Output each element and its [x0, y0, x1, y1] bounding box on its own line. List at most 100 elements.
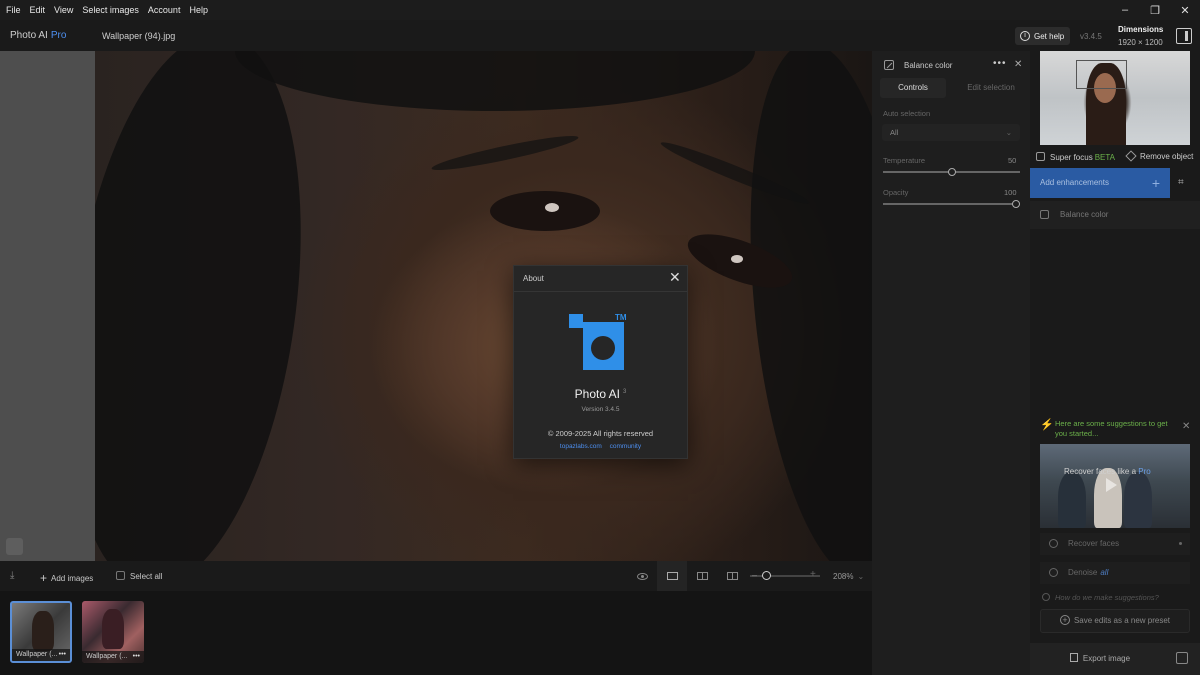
copyright-text: © 2009-2025 All rights reserved — [547, 429, 654, 438]
image-canvas[interactable] — [0, 51, 872, 561]
suggestions-text: Here are some suggestions to get you sta… — [1055, 419, 1168, 438]
balance-color-panel — [872, 51, 1030, 675]
balance-color-icon — [1040, 210, 1049, 219]
split-view-icon — [726, 572, 738, 580]
about-links: topazlabs.com community — [514, 443, 687, 450]
photo-preview — [95, 51, 872, 561]
suggestion-label: Recover faces — [1068, 539, 1120, 548]
file-name: Wallpaper (94).jpg — [102, 31, 176, 41]
eye-icon — [636, 572, 648, 580]
panel-toggle-icon[interactable] — [1176, 28, 1192, 44]
thumbnail-more-icon[interactable]: ••• — [59, 649, 66, 661]
close-icon[interactable]: ✕ — [1182, 421, 1190, 432]
thumbnail-name: Wallpaper (... — [16, 651, 58, 658]
get-help-label: Get help — [1034, 31, 1065, 41]
minimize-button[interactable]: – — [1110, 0, 1140, 20]
side-by-side-button[interactable] — [687, 561, 717, 591]
product-major-version: 3 — [623, 389, 627, 395]
restore-button[interactable]: ❐ — [1140, 0, 1170, 20]
about-dialog-title: About — [523, 274, 544, 283]
play-icon[interactable] — [1106, 478, 1117, 492]
thumbnail-label: Wallpaper (... ••• — [82, 651, 144, 663]
thumbnail-1[interactable]: Wallpaper (... ••• — [10, 601, 72, 663]
navigator-viewport-box[interactable] — [1076, 60, 1127, 89]
thumbnail-name: Wallpaper (... — [86, 653, 128, 660]
close-window-button[interactable]: ✕ — [1170, 0, 1200, 20]
super-focus-button[interactable]: Super focus BETA — [1036, 152, 1115, 162]
super-focus-icon — [1036, 152, 1045, 161]
about-dialog-header: About ✕ — [514, 266, 687, 292]
thumbnail-image — [102, 609, 124, 649]
suggestion-denoise[interactable]: Denoise all — [1040, 562, 1190, 584]
save-preset-label: Save edits as a new preset — [1073, 616, 1171, 625]
import-icon[interactable]: ⤓ — [10, 570, 14, 581]
menu-view[interactable]: View — [49, 5, 77, 15]
community-link[interactable]: community — [610, 443, 641, 450]
auto-selection-label: Auto selection — [883, 109, 931, 118]
single-view-button[interactable] — [657, 561, 687, 591]
tab-controls[interactable]: Controls — [880, 78, 946, 98]
thumbnail-2[interactable]: Wallpaper (... ••• — [82, 601, 144, 663]
suggestion-recover-faces[interactable]: Recover faces — [1040, 533, 1190, 555]
close-icon: ✕ — [1180, 4, 1190, 17]
opacity-slider-handle[interactable] — [1012, 200, 1020, 208]
tab-edit-selection[interactable]: Edit selection — [958, 78, 1024, 98]
info-icon: i — [1020, 31, 1030, 41]
export-icon — [1069, 653, 1078, 662]
title-bar: Photo AI Pro Wallpaper (94).jpg i Get hel… — [0, 20, 1200, 51]
export-image-button[interactable]: Export image — [1030, 643, 1170, 675]
app-tier-badge: Pro — [50, 30, 67, 41]
opacity-value: 100 — [1004, 188, 1017, 197]
topazlabs-link[interactable]: topazlabs.com — [560, 443, 602, 450]
dimensions-value: 1920 × 1200 — [1118, 38, 1163, 47]
status-dot — [1179, 542, 1182, 545]
remove-object-button[interactable]: Remove object — [1125, 150, 1193, 162]
save-preset-button[interactable]: + Save edits as a new preset — [1040, 609, 1190, 633]
about-close-button[interactable]: ✕ — [669, 270, 681, 284]
opacity-slider[interactable] — [883, 203, 1020, 205]
auto-selection-value: All — [890, 128, 899, 137]
menu-select-images[interactable]: Select images — [77, 5, 143, 15]
zoom-in-icon[interactable]: + — [810, 569, 816, 580]
add-enhancements-button[interactable]: Add enhancements + — [1030, 168, 1170, 198]
how-suggestions-label: How do we make suggestions? — [1055, 593, 1159, 602]
menu-help[interactable]: Help — [184, 5, 212, 15]
version-label: v3.4.5 — [1080, 32, 1102, 41]
preview-toggle-button[interactable] — [627, 561, 657, 591]
zoom-value: 208% — [833, 572, 854, 581]
enhancement-label: Balance color — [1060, 210, 1109, 219]
temperature-slider-handle[interactable] — [947, 168, 956, 176]
app-name-text: Photo AI — [10, 30, 48, 41]
menu-account[interactable]: Account — [143, 5, 185, 15]
thumbnail-label: Wallpaper (... ••• — [12, 649, 70, 661]
select-all-checkbox[interactable]: Select all — [116, 571, 162, 581]
get-help-button[interactable]: i Get help — [1015, 27, 1070, 45]
crop-icon[interactable]: ⌗ — [1178, 177, 1184, 188]
menu-edit[interactable]: Edit — [25, 5, 50, 15]
restore-icon: ❐ — [1150, 4, 1160, 17]
product-name-text: Photo AI — [574, 387, 621, 401]
auto-selection-dropdown[interactable]: All ⌄ — [882, 124, 1020, 141]
chevron-down-icon: ⌄ — [857, 572, 865, 581]
thumbnail-image — [32, 611, 54, 651]
zoom-out-icon[interactable]: – — [752, 570, 757, 580]
thumbnail-more-icon[interactable]: ••• — [133, 651, 140, 663]
enhancement-balance-color[interactable]: Balance color — [1030, 201, 1200, 229]
chevron-down-icon: ⌄ — [1005, 128, 1012, 137]
info-icon — [1042, 593, 1050, 601]
menu-file[interactable]: File — [0, 5, 25, 15]
split-view-button[interactable] — [717, 561, 747, 591]
panel-close-icon[interactable]: ✕ — [1014, 59, 1022, 70]
minimize-icon: – — [1121, 4, 1129, 16]
menu-bar: File Edit View Select images Account Hel… — [0, 0, 1200, 20]
add-images-button[interactable]: + Add images — [40, 571, 93, 585]
zoom-select[interactable]: 208% ⌄ — [833, 572, 864, 581]
eraser-icon — [1125, 150, 1137, 162]
more-options-icon[interactable]: ••• — [993, 58, 1007, 69]
export-settings-icon[interactable] — [1176, 652, 1188, 664]
suggestion-label: Denoise all — [1068, 568, 1108, 577]
photo-ai-logo-icon: TM — [569, 314, 627, 370]
canvas-toggle-button[interactable] — [6, 538, 23, 555]
balance-color-icon — [884, 60, 894, 70]
how-suggestions-link[interactable]: How do we make suggestions? — [1042, 593, 1159, 602]
